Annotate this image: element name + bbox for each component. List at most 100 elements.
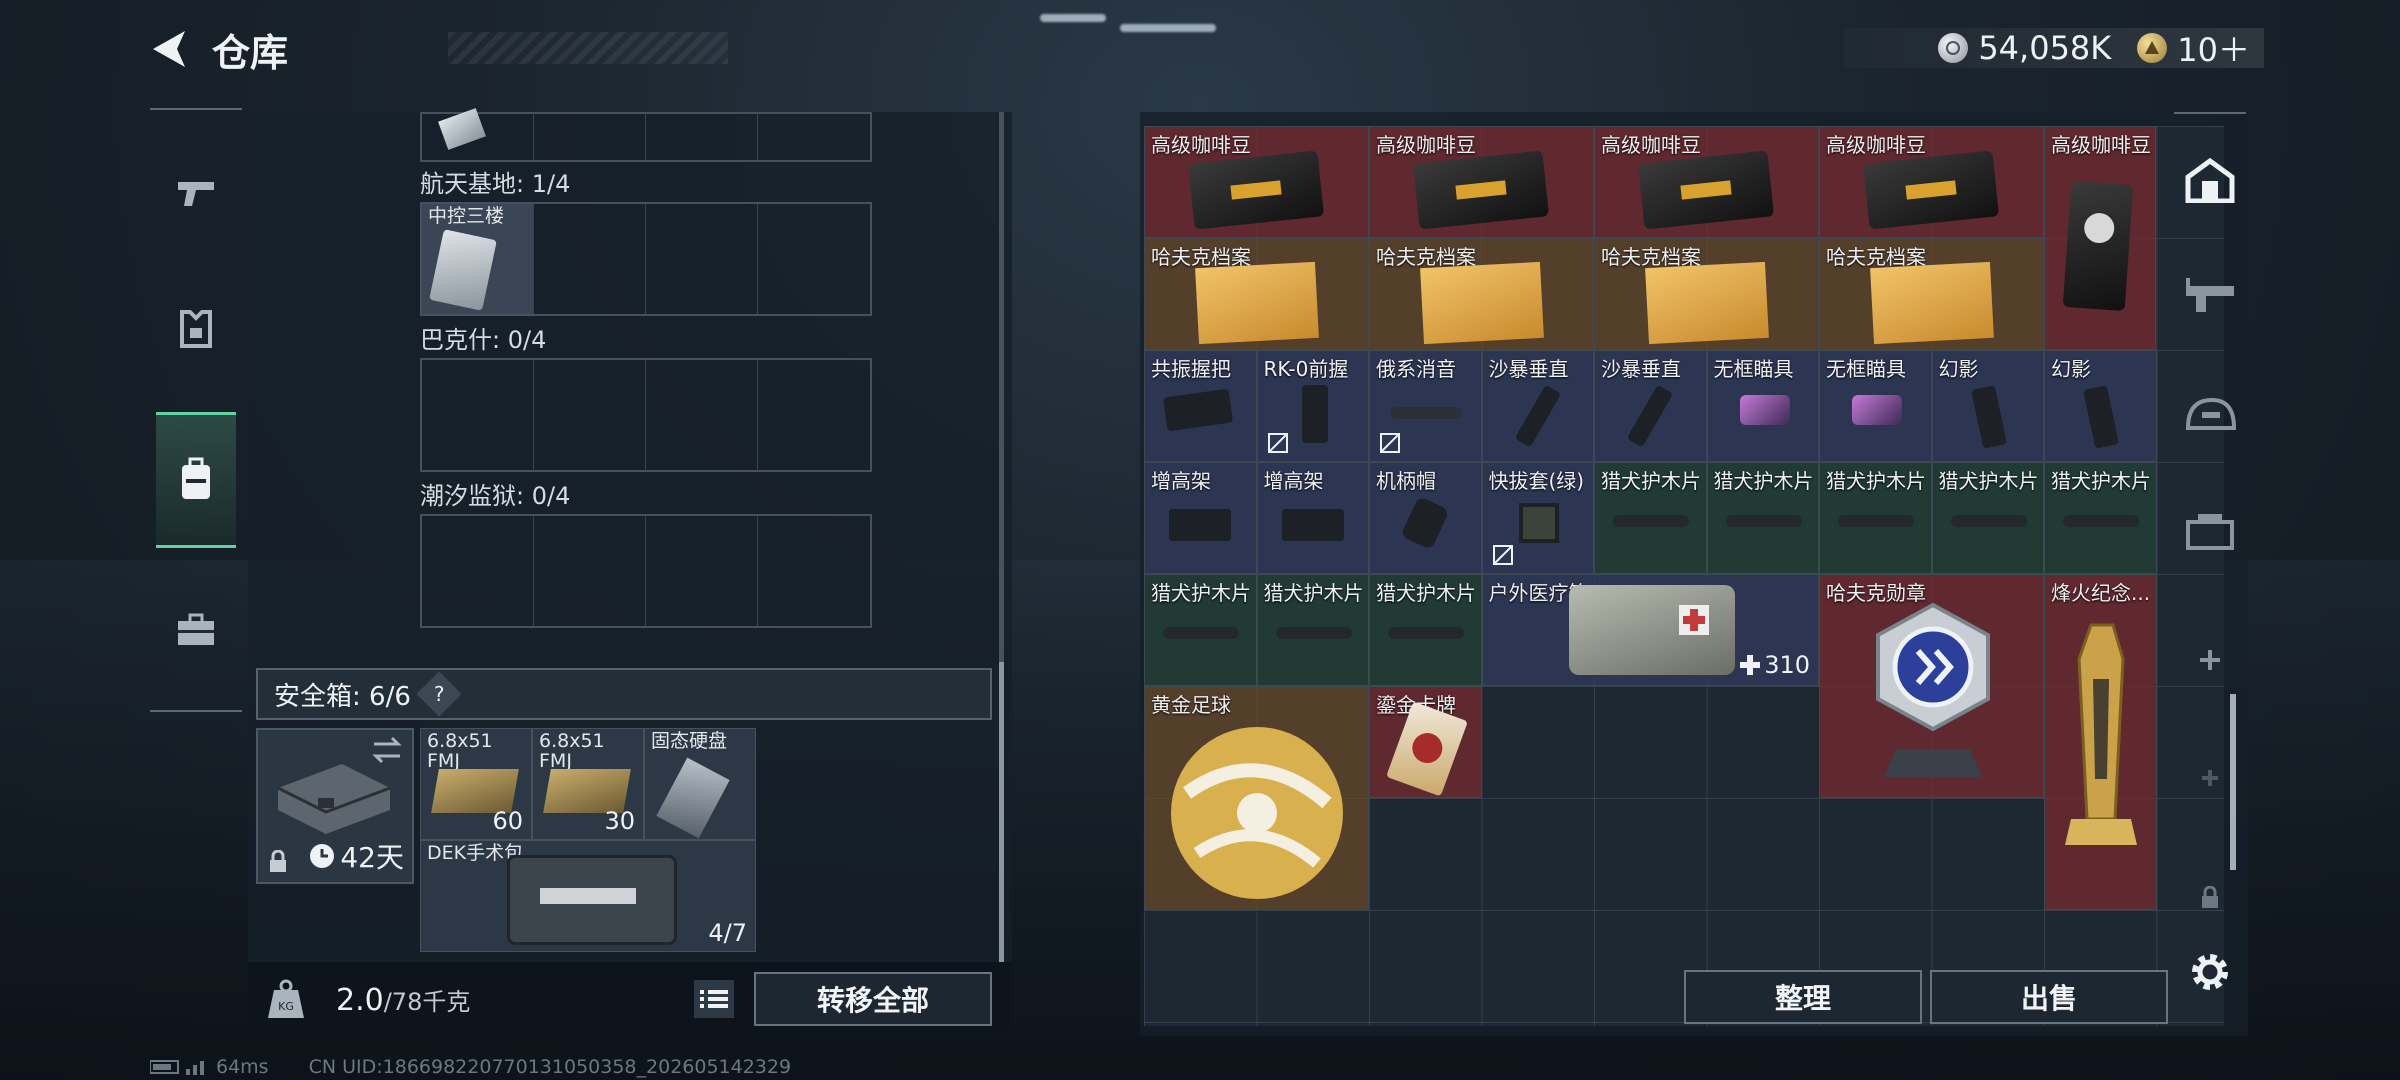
panel-image [1613, 515, 1689, 527]
grid-slot[interactable] [534, 204, 646, 314]
vertical-grip-image [1514, 384, 1561, 448]
keycard-item [438, 108, 486, 150]
grid-slot[interactable] [646, 360, 758, 470]
item-handguard-panel[interactable]: 猎犬护木片 [1594, 462, 1707, 574]
sort-button[interactable]: 整理 [1684, 970, 1922, 1024]
item-haavk-file[interactable]: 哈夫克档案 [1594, 238, 1819, 350]
grid-slot[interactable] [758, 516, 870, 626]
item-label: 猎犬护木片 [1601, 469, 1701, 493]
safe-case-image [277, 764, 391, 834]
item-attachment[interactable]: 俄系消音 [1369, 350, 1482, 462]
item-handguard-panel[interactable]: 猎犬护木片 [2044, 462, 2157, 574]
ticket-balance[interactable]: 10＋ [2177, 25, 2250, 71]
item-medical-kit[interactable]: 户外医疗箱 310 [1481, 574, 1819, 686]
safe-item-ammo-2[interactable]: 6.8x51 FMJ 30 [532, 728, 644, 840]
safe-item-surgical-kit[interactable]: DEK手术包 4/7 [420, 840, 756, 952]
item-label: 猎犬护木片 [1376, 581, 1476, 605]
item-label: 增高架 [1263, 469, 1324, 493]
item-attachment[interactable]: 快拔套(绿) [1481, 462, 1594, 574]
item-label: 6.8x51 FMJ [539, 730, 605, 772]
item-attachment[interactable]: 增高架 [1144, 462, 1257, 574]
grid-slot[interactable] [534, 360, 646, 470]
grid-slot[interactable] [646, 516, 758, 626]
item-label: 俄系消音 [1376, 357, 1456, 381]
medical-kit-image [1568, 585, 1735, 675]
suppressor-image [1390, 407, 1462, 419]
item-attachment[interactable]: 沙暴垂直 [1594, 350, 1707, 462]
panel-image [1725, 515, 1802, 527]
nav-stash-all[interactable] [2174, 130, 2246, 230]
item-attachment[interactable]: 机柄帽 [1369, 462, 1482, 574]
item-haavk-file[interactable]: 哈夫克档案 [1369, 238, 1594, 350]
item-attachment[interactable]: 沙暴垂直 [1481, 350, 1594, 462]
safe-item-ammo-1[interactable]: 6.8x51 FMJ 60 [420, 728, 532, 840]
item-attachment[interactable]: RK-0前握 [1256, 350, 1369, 462]
item-quantity: 30 [604, 807, 635, 835]
trophy-image [2065, 623, 2137, 845]
safe-item-ssd[interactable]: 固态硬盘 [644, 728, 756, 840]
item-coffee-beans[interactable]: 高级咖啡豆 [1144, 126, 1369, 238]
nav-backpack[interactable] [156, 412, 236, 548]
add-tab-button[interactable] [2174, 610, 2246, 710]
nav-weapons[interactable] [156, 124, 236, 260]
grid-slot[interactable] [758, 114, 870, 160]
item-attachment[interactable]: 无框瞄具 [1706, 350, 1819, 462]
item-handguard-panel[interactable]: 猎犬护木片 [1144, 574, 1257, 686]
item-haavk-medal[interactable]: 哈夫克勋章 [1819, 574, 2044, 798]
settings-button[interactable] [2186, 948, 2234, 996]
grid-slot[interactable] [534, 114, 646, 160]
grid-slot[interactable] [758, 204, 870, 314]
nav-briefcase[interactable] [156, 562, 236, 698]
item-gold-card[interactable]: 鎏金卡牌 [1369, 686, 1482, 798]
section-label-bakesh: 巴克什: 0/4 [420, 326, 547, 354]
ceiling-light [1120, 24, 1216, 32]
grid-slot[interactable] [422, 108, 534, 160]
item-handguard-panel[interactable]: 猎犬护木片 [1931, 462, 2044, 574]
nav-stash-equipment[interactable] [2174, 364, 2246, 464]
help-button[interactable]: ? [416, 671, 462, 717]
item-label: 无框瞄具 [1713, 357, 1794, 381]
item-label: 猎犬护木片 [1263, 581, 1364, 605]
transfer-all-button[interactable]: 转移全部 [754, 972, 992, 1026]
item-coffee-beans[interactable]: 高级咖啡豆 [1369, 126, 1594, 238]
weight-icon: KG [268, 979, 304, 1018]
keycard-slot[interactable]: 中控三楼 [422, 204, 534, 314]
scroll-thumb[interactable] [999, 662, 1004, 962]
grid-slot[interactable] [758, 360, 870, 470]
title-stripe-decoration [448, 32, 728, 64]
container-grid-top [420, 108, 872, 162]
item-coffee-beans[interactable]: 高级咖啡豆 [1594, 126, 1819, 238]
safe-box-slot[interactable]: 42天 [256, 728, 414, 884]
item-haavk-file[interactable]: 哈夫克档案 [1144, 238, 1369, 350]
left-scrollbar[interactable] [999, 112, 1004, 962]
list-view-button[interactable] [694, 980, 734, 1018]
file-folder-image [1870, 261, 1994, 345]
item-handguard-panel[interactable]: 猎犬护木片 [1819, 462, 1932, 574]
grid-slot[interactable] [646, 204, 758, 314]
item-label: 快拔套(绿) [1488, 469, 1585, 493]
item-coffee-beans-tall[interactable]: 高级咖啡豆 [2044, 126, 2156, 350]
item-handguard-panel[interactable]: 猎犬护木片 [1256, 574, 1369, 686]
item-attachment[interactable]: 共振握把 [1144, 350, 1257, 462]
sell-button[interactable]: 出售 [1930, 970, 2168, 1024]
grid-slot[interactable] [534, 516, 646, 626]
item-commemorative[interactable]: 烽火纪念... [2044, 574, 2157, 910]
item-haavk-file[interactable]: 哈夫克档案 [1819, 238, 2044, 350]
nav-stash-containers[interactable] [2174, 482, 2246, 582]
item-attachment[interactable]: 幻影 [1931, 350, 2044, 462]
grid-slot[interactable] [646, 114, 758, 160]
ssd-image [656, 757, 730, 839]
item-attachment[interactable]: 增高架 [1256, 462, 1369, 574]
back-button[interactable] [148, 26, 190, 72]
item-handguard-panel[interactable]: 猎犬护木片 [1706, 462, 1819, 574]
grid-slot[interactable] [422, 516, 534, 626]
item-attachment[interactable]: 幻影 [2044, 350, 2157, 462]
item-coffee-beans[interactable]: 高级咖啡豆 [1819, 126, 2044, 238]
nav-stash-weapons[interactable] [2174, 246, 2246, 346]
item-quantity: 60 [492, 807, 523, 835]
nav-equipment[interactable] [156, 260, 236, 396]
item-handguard-panel[interactable]: 猎犬护木片 [1369, 574, 1482, 686]
grid-slot[interactable] [422, 360, 534, 470]
item-golden-football[interactable]: 黄金足球 [1144, 686, 1369, 910]
item-attachment[interactable]: 无框瞄具 [1819, 350, 1932, 462]
